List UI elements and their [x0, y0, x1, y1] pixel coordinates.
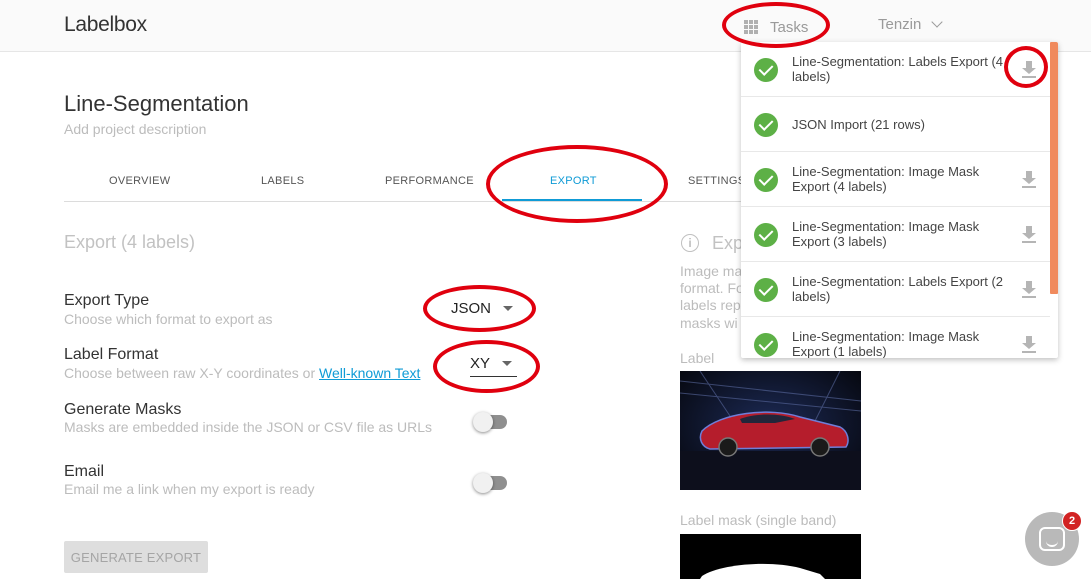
email-desc: Email me a link when my export is ready [64, 481, 315, 497]
export-section-title: Export (4 labels) [64, 232, 196, 252]
info-text-line: format. Fo [680, 280, 744, 296]
tasks-dropdown[interactable]: Line-Segmentation: Labels Export (4 labe… [741, 42, 1058, 358]
task-item-label: Line-Segmentation: Labels Export (2 labe… [792, 274, 1004, 304]
export-type-title: Export Type [64, 292, 150, 309]
apps-grid-icon [744, 20, 758, 34]
email-title: Email [64, 463, 105, 480]
well-known-text-link[interactable]: Well-known Text [319, 365, 420, 381]
task-item-label: Line-Segmentation: Labels Export (4 labe… [792, 54, 1004, 84]
dropdown-caret-icon [502, 361, 513, 366]
check-circle-icon [754, 113, 778, 137]
label-format-value: XY [470, 355, 491, 372]
task-item-label: JSON Import (21 rows) [792, 117, 925, 132]
task-item[interactable]: Line-Segmentation: Labels Export (4 labe… [741, 42, 1050, 97]
label-format-select[interactable]: XY [470, 351, 517, 377]
dropdown-scrollbar[interactable] [1050, 42, 1058, 294]
info-text-line: labels rep [680, 297, 741, 313]
project-tabs: OVERVIEW LABELS PERFORMANCE EXPORT SETTI… [64, 162, 824, 202]
task-item-label: Line-Segmentation: Image Mask Export (4 … [792, 164, 980, 194]
dropdown-caret-icon [503, 305, 514, 311]
download-icon[interactable] [1021, 60, 1037, 78]
label-example-image [680, 371, 861, 490]
generate-masks-title: Generate Masks [64, 401, 182, 418]
task-item[interactable]: JSON Import (21 rows) [741, 97, 1050, 152]
tab-overview[interactable]: OVERVIEW [109, 175, 171, 187]
task-item[interactable]: Line-Segmentation: Image Mask Export (3 … [741, 207, 1050, 262]
toggle-knob [473, 412, 493, 432]
task-item[interactable]: Line-Segmentation: Image Mask Export (1 … [741, 317, 1050, 358]
label-format-desc-text: Choose between raw X-Y coordinates or [64, 365, 319, 381]
download-icon[interactable] [1021, 170, 1037, 188]
tab-export[interactable]: EXPORT [550, 175, 597, 187]
export-type-desc: Choose which format to export as [64, 311, 273, 327]
label-mask-image [680, 534, 861, 579]
tab-labels[interactable]: LABELS [261, 175, 304, 187]
active-tab-indicator [502, 199, 642, 201]
generate-masks-desc: Masks are embedded inside the JSON or CS… [64, 419, 433, 435]
mask-caption: Label mask (single band) [680, 512, 837, 528]
export-type-value: JSON [451, 299, 492, 317]
download-icon[interactable] [1021, 225, 1037, 243]
label-caption: Label [680, 350, 715, 366]
check-circle-icon [754, 333, 778, 357]
info-icon: i [681, 234, 699, 252]
label-format-desc: Choose between raw X-Y coordinates or We… [64, 365, 420, 381]
generate-masks-toggle[interactable] [473, 412, 507, 432]
task-item[interactable]: Line-Segmentation: Labels Export (2 labe… [741, 262, 1050, 317]
task-item[interactable]: Line-Segmentation: Image Mask Export (4 … [741, 152, 1050, 207]
project-description[interactable]: Add project description [64, 121, 206, 137]
generate-export-button[interactable]: GENERATE EXPORT [64, 541, 208, 573]
chat-notification-badge: 2 [1062, 511, 1082, 531]
app-logo[interactable]: Labelbox [64, 13, 147, 37]
info-text-line: Image ma [680, 263, 743, 279]
user-name: Tenzin [878, 16, 922, 33]
export-type-select[interactable]: JSON [451, 295, 514, 321]
check-circle-icon [754, 278, 778, 302]
user-menu[interactable]: Tenzin [878, 16, 944, 33]
task-item-label: Line-Segmentation: Image Mask Export (3 … [792, 219, 980, 249]
info-text-line: masks wi [680, 315, 738, 331]
download-icon[interactable] [1021, 335, 1037, 353]
email-toggle[interactable] [473, 473, 507, 493]
task-item-label: Line-Segmentation: Image Mask Export (1 … [792, 329, 980, 358]
project-title[interactable]: Line-Segmentation [64, 91, 249, 117]
tab-performance[interactable]: PERFORMANCE [385, 175, 474, 187]
chevron-down-icon [931, 16, 944, 28]
download-icon[interactable] [1021, 280, 1037, 298]
check-circle-icon [754, 168, 778, 192]
toggle-knob [473, 473, 493, 493]
label-format-title: Label Format [64, 346, 159, 363]
tab-settings[interactable]: SETTINGS [688, 175, 745, 187]
info-title: Exp [712, 233, 744, 253]
tasks-button[interactable]: Tasks [744, 16, 808, 38]
check-circle-icon [754, 223, 778, 247]
tasks-label: Tasks [770, 18, 809, 36]
chat-bubble-icon [1039, 527, 1065, 551]
check-circle-icon [754, 58, 778, 82]
